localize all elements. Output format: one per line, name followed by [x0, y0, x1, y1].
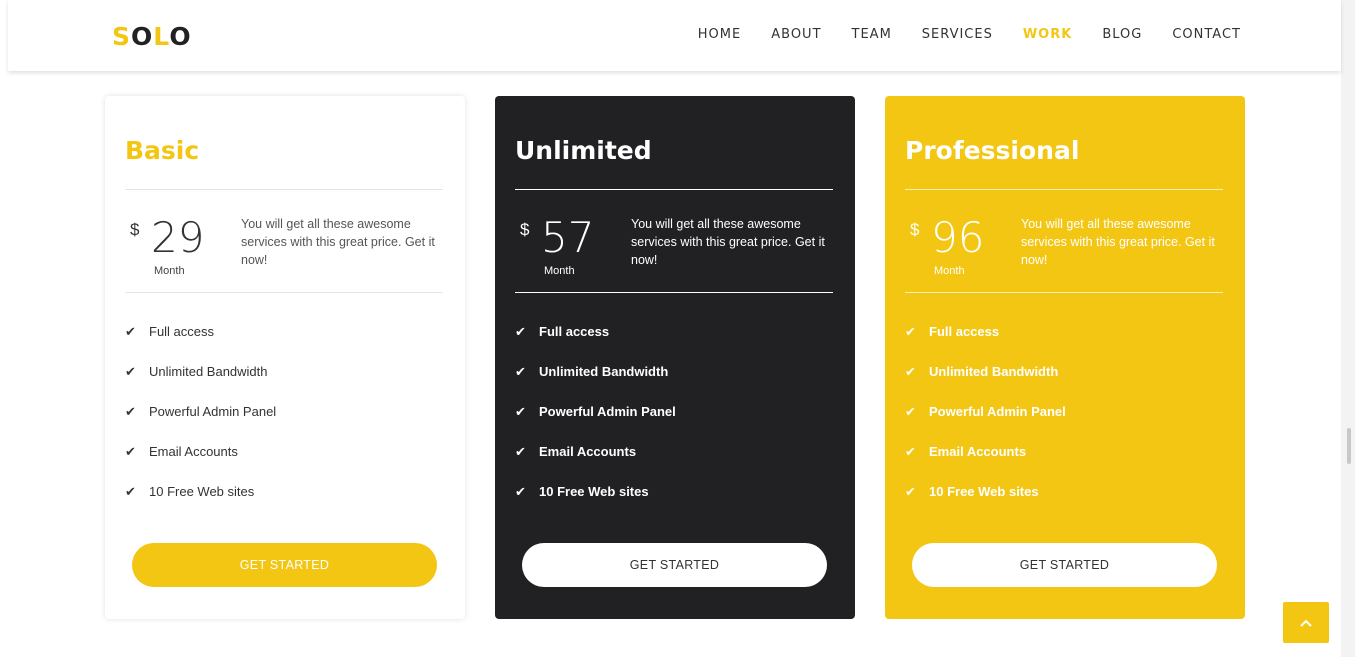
nav-contact[interactable]: CONTACT — [1172, 27, 1241, 42]
feature-item: ✔ Email Accounts — [905, 444, 1066, 484]
get-started-button-basic[interactable]: GET STARTED — [132, 543, 437, 587]
feature-item: ✔ Full access — [125, 324, 276, 364]
plan-title: Unlimited — [515, 136, 652, 165]
feature-list: ✔ Full access ✔ Unlimited Bandwidth ✔ Power… — [125, 324, 276, 524]
pricing-card-professional: Professional $ 96 Month You will get all… — [885, 96, 1245, 619]
feature-label: Unlimited Bandwidth — [149, 364, 268, 379]
pricing-card-basic: Basic $ 29 Month You will get all these … — [105, 96, 465, 619]
feature-label: Unlimited Bandwidth — [539, 364, 669, 379]
plan-title: Basic — [125, 136, 200, 165]
feature-item: ✔ Unlimited Bandwidth — [125, 364, 276, 404]
price-description: You will get all these awesome services … — [241, 217, 435, 267]
feature-label: Email Accounts — [929, 444, 1027, 459]
logo[interactable]: SOLO — [112, 22, 192, 51]
feature-item: ✔ Powerful Admin Panel — [515, 404, 676, 444]
check-icon: ✔ — [125, 404, 136, 419]
feature-label: 10 Free Web sites — [149, 484, 255, 499]
feature-item: ✔ Unlimited Bandwidth — [515, 364, 676, 404]
check-icon: ✔ — [515, 364, 526, 379]
feature-item: ✔ Email Accounts — [515, 444, 676, 484]
divider — [905, 292, 1223, 293]
nav-team[interactable]: TEAM — [852, 27, 892, 42]
feature-item: ✔ 10 Free Web sites — [515, 484, 676, 524]
feature-item: ✔ 10 Free Web sites — [125, 484, 276, 524]
logo-letter-l: L — [153, 22, 170, 51]
feature-label: 10 Free Web sites — [929, 484, 1039, 499]
divider — [905, 189, 1223, 190]
get-started-button-professional[interactable]: GET STARTED — [912, 543, 1217, 587]
check-icon: ✔ — [125, 444, 136, 459]
nav-services[interactable]: SERVICES — [922, 27, 993, 42]
price-description: You will get all these awesome services … — [631, 217, 825, 267]
price-period: Month — [934, 265, 965, 277]
nav-work[interactable]: WORK — [1023, 27, 1072, 42]
feature-label: Powerful Admin Panel — [929, 404, 1066, 419]
check-icon: ✔ — [905, 324, 916, 339]
nav-home[interactable]: HOME — [698, 27, 741, 42]
check-icon: ✔ — [905, 444, 916, 459]
check-icon: ✔ — [125, 484, 136, 499]
price-amount: 29 — [151, 213, 205, 262]
feature-item: ✔ Email Accounts — [125, 444, 276, 484]
feature-item: ✔ Powerful Admin Panel — [905, 404, 1066, 444]
check-icon: ✔ — [905, 364, 916, 379]
price-period: Month — [154, 265, 185, 277]
check-icon: ✔ — [125, 324, 136, 339]
feature-item: ✔ 10 Free Web sites — [905, 484, 1066, 524]
price-amount: 96 — [931, 213, 985, 262]
feature-label: Powerful Admin Panel — [539, 404, 676, 419]
price-block: $ 96 Month — [907, 213, 987, 278]
back-to-top-button[interactable] — [1283, 602, 1329, 643]
feature-list: ✔ Full access ✔ Unlimited Bandwidth ✔ Power… — [515, 324, 676, 524]
main-nav: HOME ABOUT TEAM SERVICES WORK BLOG CONTA… — [668, 27, 1241, 42]
price-amount: 57 — [541, 213, 595, 262]
feature-list: ✔ Full access ✔ Unlimited Bandwidth ✔ Power… — [905, 324, 1066, 524]
price-block: $ 29 Month — [127, 213, 207, 278]
check-icon: ✔ — [515, 404, 526, 419]
feature-label: Unlimited Bandwidth — [929, 364, 1059, 379]
scrollbar-thumb[interactable] — [1347, 428, 1351, 464]
logo-letter-o: O — [131, 22, 154, 51]
feature-label: 10 Free Web sites — [539, 484, 649, 499]
check-icon: ✔ — [125, 364, 136, 379]
divider — [125, 189, 443, 190]
divider — [515, 292, 833, 293]
logo-letter-s: S — [112, 22, 132, 51]
feature-label: Full access — [149, 324, 215, 339]
feature-label: Full access — [539, 324, 610, 339]
divider — [515, 189, 833, 190]
feature-label: Full access — [929, 324, 1000, 339]
plan-title: Professional — [905, 136, 1080, 165]
chevron-up-icon — [1300, 619, 1312, 627]
feature-label: Powerful Admin Panel — [149, 404, 277, 419]
price-currency: $ — [130, 220, 140, 239]
price-block: $ 57 Month — [517, 213, 597, 278]
divider — [125, 292, 443, 293]
navbar: SOLO HOME ABOUT TEAM SERVICES WORK BLOG … — [8, 0, 1341, 71]
feature-item: ✔ Unlimited Bandwidth — [905, 364, 1066, 404]
feature-item: ✔ Full access — [905, 324, 1066, 364]
check-icon: ✔ — [515, 444, 526, 459]
check-icon: ✔ — [905, 484, 916, 499]
price-currency: $ — [520, 220, 530, 239]
feature-label: Email Accounts — [149, 444, 238, 459]
feature-label: Email Accounts — [539, 444, 637, 459]
check-icon: ✔ — [515, 324, 526, 339]
nav-blog[interactable]: BLOG — [1102, 27, 1142, 42]
price-currency: $ — [910, 220, 920, 239]
check-icon: ✔ — [515, 484, 526, 499]
get-started-button-unlimited[interactable]: GET STARTED — [522, 543, 827, 587]
logo-letter-o2: O — [169, 22, 192, 51]
pricing-card-unlimited: Unlimited $ 57 Month You will get all th… — [495, 96, 855, 619]
check-icon: ✔ — [905, 404, 916, 419]
feature-item: ✔ Powerful Admin Panel — [125, 404, 276, 444]
price-description: You will get all these awesome services … — [1021, 217, 1215, 267]
feature-item: ✔ Full access — [515, 324, 676, 364]
price-period: Month — [544, 265, 575, 277]
nav-about[interactable]: ABOUT — [771, 27, 821, 42]
scrollbar[interactable] — [1341, 0, 1355, 657]
